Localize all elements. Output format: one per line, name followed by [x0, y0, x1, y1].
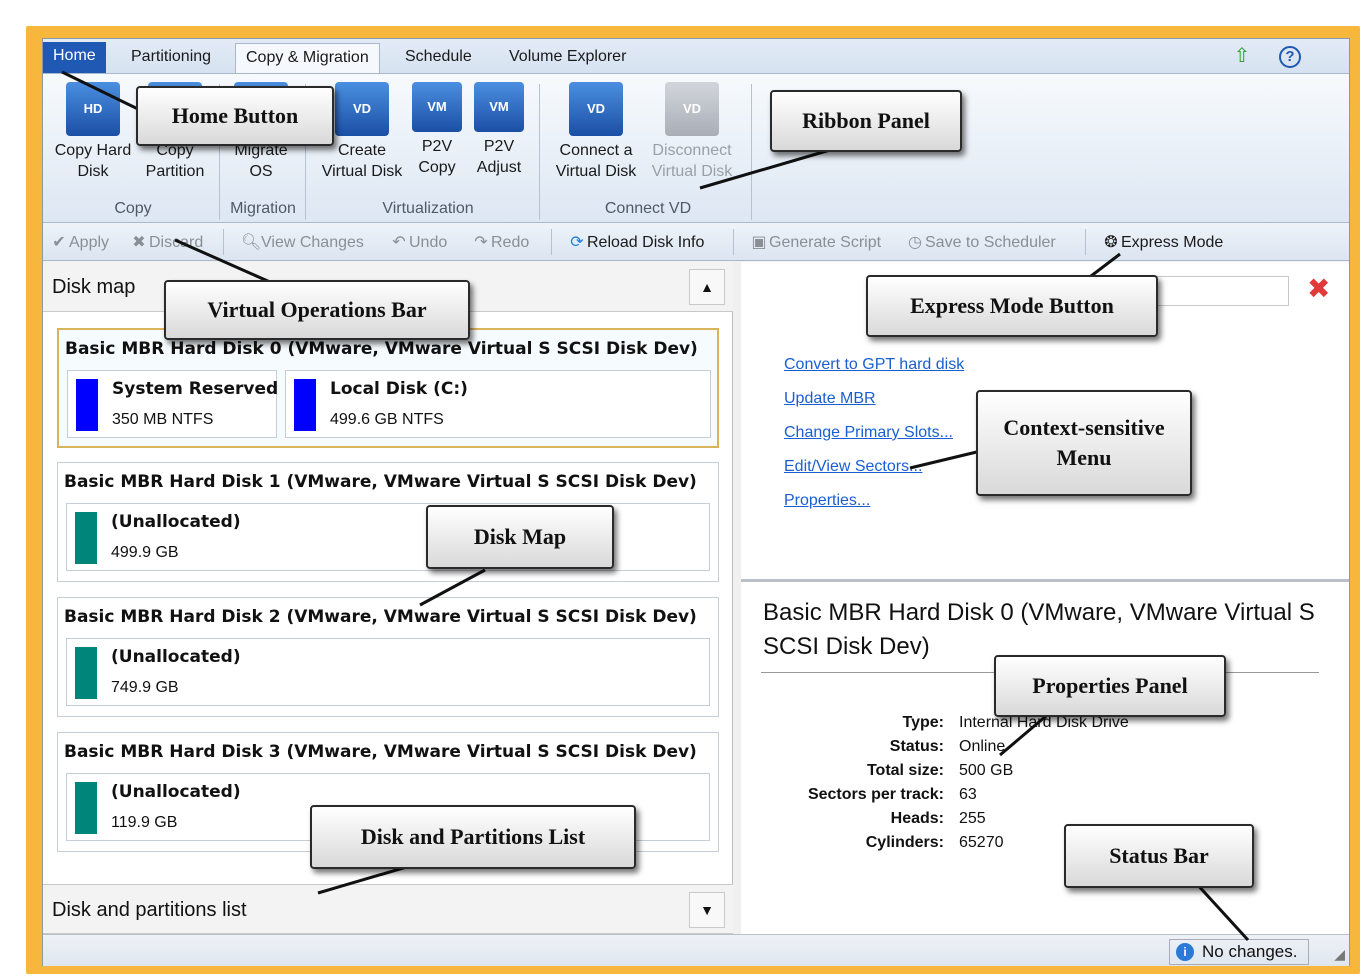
info-icon: i: [1176, 943, 1194, 961]
redo-button[interactable]: ↷ Redo: [471, 232, 529, 252]
status-message: i No changes.: [1169, 939, 1309, 965]
group-migration: Migration: [230, 200, 296, 217]
close-icon[interactable]: ✖: [1307, 272, 1330, 305]
undo-icon: ↶: [392, 234, 406, 251]
callout-context-menu: Context-sensitive Menu: [976, 390, 1192, 496]
view-changes-button[interactable]: 🔍︎View Changes: [241, 232, 364, 252]
reload-icon: ⟳: [570, 234, 584, 251]
magnifier-icon: 🔍︎: [241, 234, 262, 251]
properties-title: Basic MBR Hard Disk 0 (VMware, VMware Vi…: [763, 599, 1315, 660]
status-bar: i No changes. ◢: [43, 934, 1349, 966]
copy-disk-icon: HD: [66, 82, 120, 136]
discard-button[interactable]: ✖ Discard: [129, 232, 203, 252]
virtual-operations-bar: ✔ Apply ✖ Discard 🔍︎View Changes ↶ Undo ↷ Re…: [43, 223, 1349, 261]
disk-1[interactable]: Basic MBR Hard Disk 1 (VMware, VMware Vi…: [57, 462, 719, 582]
callout-ribbon-panel: Ribbon Panel: [770, 90, 962, 152]
p2v-copy-icon: VM: [412, 82, 462, 132]
callout-express-mode-button: Express Mode Button: [866, 275, 1158, 337]
connect-vd-icon: VD: [569, 82, 623, 136]
callout-virtual-operations-bar: Virtual Operations Bar: [164, 280, 470, 340]
script-icon: ▣: [751, 234, 767, 251]
partition-local-disk-c[interactable]: Local Disk (C:) 499.6 GB NTFS: [285, 370, 711, 438]
collapse-up-button[interactable]: ▲: [689, 269, 725, 305]
edit-view-sectors-link[interactable]: Edit/View Sectors...: [784, 458, 922, 476]
disconnect-virtual-disk-button[interactable]: VD Disconnect Virtual Disk: [643, 82, 741, 182]
p2v-adjust-button[interactable]: VM P2V Adjust: [469, 82, 529, 178]
copy-hard-disk-button[interactable]: HD Copy Hard Disk: [51, 82, 135, 182]
search-input[interactable]: [1141, 276, 1289, 306]
tab-copy-migration[interactable]: Copy & Migration: [235, 43, 380, 73]
change-primary-slots-link[interactable]: Change Primary Slots...: [784, 424, 953, 442]
save-to-scheduler-button[interactable]: ◷ Save to Scheduler: [905, 232, 1056, 252]
convert-gpt-link[interactable]: Convert to GPT hard disk: [784, 356, 964, 374]
help-icon[interactable]: ?: [1279, 46, 1301, 68]
partition-unallocated-2[interactable]: (Unallocated) 749.9 GB: [66, 638, 710, 706]
group-copy: Copy: [114, 200, 152, 217]
properties-link[interactable]: Properties...: [784, 492, 870, 510]
disconnect-vd-icon: VD: [665, 82, 719, 136]
disk-0[interactable]: Basic MBR Hard Disk 0 (VMware, VMware Vi…: [57, 328, 719, 448]
resize-grip-icon[interactable]: ◢: [1334, 946, 1345, 963]
tab-schedule[interactable]: Schedule: [395, 43, 482, 73]
partition-system-reserved[interactable]: System Reserved 350 MB NTFS: [67, 370, 278, 438]
clock-icon: ◷: [908, 234, 922, 251]
callout-disk-map: Disk Map: [426, 505, 614, 569]
callout-properties-panel: Properties Panel: [994, 655, 1226, 717]
tab-home[interactable]: Home: [43, 42, 106, 73]
right-panel: ✖ Convert to GPT hard disk Update MBR Ch…: [741, 262, 1349, 934]
apply-button[interactable]: ✔ Apply: [49, 232, 109, 252]
p2v-adjust-icon: VM: [474, 82, 524, 132]
callout-disk-partitions-list: Disk and Partitions List: [310, 805, 636, 869]
disk-2[interactable]: Basic MBR Hard Disk 2 (VMware, VMware Vi…: [57, 597, 719, 717]
undo-button[interactable]: ↶ Undo: [389, 232, 447, 252]
discard-icon: ✖: [132, 234, 146, 251]
update-mbr-link[interactable]: Update MBR: [784, 390, 876, 408]
disk-list-header: Disk and partitions list ▼: [43, 884, 733, 934]
checkmark-icon: ✔: [52, 234, 66, 251]
update-arrow-icon[interactable]: ⇧: [1229, 44, 1255, 70]
expand-down-button[interactable]: ▼: [689, 892, 725, 928]
create-virtual-disk-icon: VD: [335, 82, 389, 136]
p2v-copy-button[interactable]: VM P2V Copy: [409, 82, 465, 178]
callout-status-bar: Status Bar: [1064, 824, 1254, 888]
tab-partitioning[interactable]: Partitioning: [121, 43, 221, 73]
callout-home-button: Home Button: [136, 86, 334, 146]
connect-virtual-disk-button[interactable]: VD Connect a Virtual Disk: [549, 82, 643, 182]
express-mode-icon: ❂: [1104, 234, 1118, 251]
ribbon-tabs: Home Partitioning Copy & Migration Sched…: [43, 39, 1349, 73]
reload-disk-info-button[interactable]: ⟳ Reload Disk Info: [567, 232, 704, 252]
group-virtualization: Virtualization: [382, 200, 474, 217]
redo-icon: ↷: [474, 234, 488, 251]
express-mode-button[interactable]: ❂ Express Mode: [1101, 232, 1223, 252]
group-connect-vd: Connect VD: [604, 200, 692, 217]
generate-script-button[interactable]: ▣ Generate Script: [749, 232, 881, 252]
tab-volume-explorer[interactable]: Volume Explorer: [499, 43, 636, 73]
